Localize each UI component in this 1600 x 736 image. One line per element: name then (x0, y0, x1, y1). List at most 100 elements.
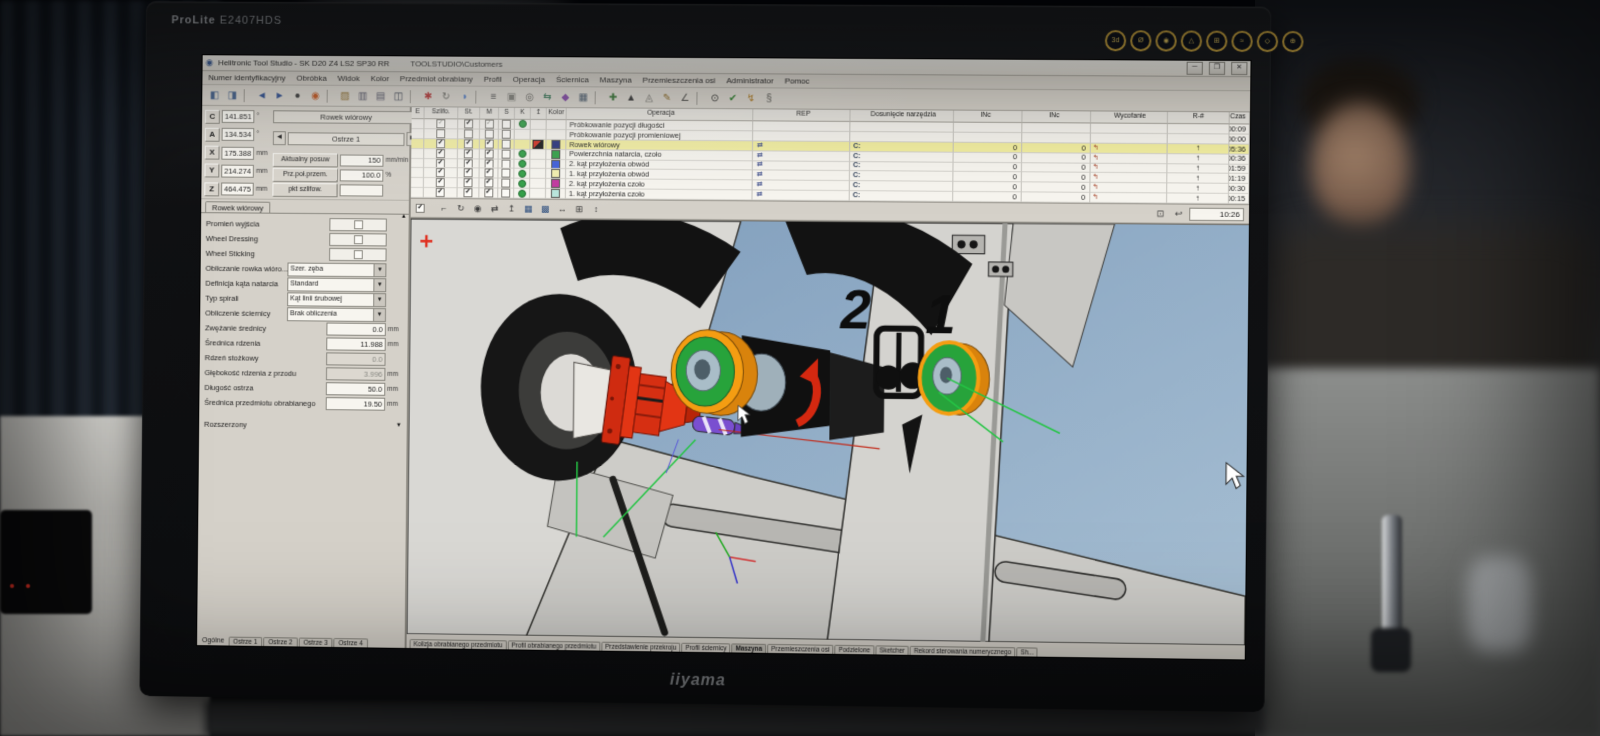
checkbox-st[interactable] (464, 179, 473, 188)
pan-icon[interactable]: ↔ (555, 202, 570, 215)
simulate-icon[interactable]: ◑ (455, 89, 472, 104)
toolbar-icon[interactable] (244, 89, 251, 102)
axis-button[interactable]: C (205, 109, 220, 123)
align-icon[interactable]: ◬ (640, 90, 657, 105)
checkbox-m[interactable] (484, 189, 493, 198)
swap-view-icon[interactable]: ⇄ (487, 202, 502, 215)
tab-profil-sciernicy[interactable]: Profil ściernicy (681, 643, 730, 653)
grid-icon[interactable]: ▦ (575, 90, 592, 105)
checkbox-m[interactable] (484, 179, 493, 188)
prev-edge-button[interactable]: ◀ (273, 131, 286, 145)
parameter-checkbox[interactable] (329, 248, 387, 261)
expander-label[interactable]: Rozszerzony (204, 419, 247, 428)
folder-icon[interactable]: ▨ (337, 88, 354, 103)
zoom-icon[interactable]: ↕ (589, 203, 604, 216)
rotate-view-icon[interactable]: ↻ (453, 202, 468, 215)
tab-rekord-nc[interactable]: Rekord sterowania numerycznego (910, 646, 1016, 656)
raise-icon[interactable]: ↥ (504, 202, 519, 215)
angle-icon[interactable]: ∠ (676, 90, 693, 105)
checkbox-st[interactable] (464, 139, 473, 148)
parameter-checkbox[interactable] (329, 218, 387, 231)
tab-ostrze-4[interactable]: Ostrze 4 (334, 638, 368, 647)
color-swatch[interactable] (551, 140, 560, 149)
parameter-field[interactable]: 0.0 (326, 323, 386, 336)
tab-podzielone[interactable]: Podzielone (835, 645, 875, 655)
print-icon[interactable]: ▤ (372, 89, 389, 104)
checkbox-st[interactable] (464, 149, 473, 158)
chevron-down-icon[interactable]: ▼ (373, 294, 385, 306)
settings-icon[interactable]: § (760, 91, 777, 106)
feed-value[interactable]: 150 (340, 154, 384, 166)
checkbox-m[interactable] (484, 120, 493, 129)
parameter-select[interactable]: Szer. zęba ▼ (287, 262, 386, 277)
chevron-down-icon[interactable]: ▼ (373, 309, 385, 321)
edit-icon[interactable]: ✎ (658, 90, 675, 105)
checkbox-szlifowanie[interactable] (436, 159, 445, 168)
up-icon[interactable]: ▲ (623, 90, 640, 105)
color-swatch[interactable] (551, 189, 560, 198)
menu-item[interactable]: Operacja (513, 75, 545, 84)
tab-ostrze-2[interactable]: Ostrze 2 (263, 637, 297, 646)
menu-item[interactable]: Przemieszczenia osi (643, 76, 716, 85)
tab-sketcher[interactable]: Sketcher (875, 645, 908, 654)
measure-icon[interactable]: ◆ (557, 90, 574, 105)
chevron-down-icon[interactable]: ▼ (373, 264, 385, 276)
panel-tab[interactable]: Rowek wiórowy (205, 201, 270, 212)
menu-item[interactable]: Pomoc (785, 76, 810, 85)
render-icon[interactable]: ⊡ (1153, 207, 1168, 220)
tab-sh[interactable]: Sh... (1016, 647, 1037, 656)
checkbox-st[interactable] (464, 169, 473, 178)
library-icon[interactable]: ▥ (354, 88, 371, 103)
nav-back-icon[interactable]: ◄ (254, 88, 271, 103)
list-icon[interactable]: ≡ (485, 89, 502, 104)
panel-left-icon[interactable]: ◧ (206, 88, 223, 103)
axis-button[interactable]: X (205, 146, 220, 160)
refresh-icon[interactable]: ↻ (438, 89, 455, 104)
tab-ostrze-3[interactable]: Ostrze 3 (298, 638, 332, 647)
toolbar-icon[interactable] (595, 91, 602, 104)
feed-button[interactable]: Aktualny posuw (273, 153, 338, 167)
nav-forward-icon[interactable]: ► (271, 88, 288, 103)
checkbox-m[interactable] (484, 159, 493, 168)
machine-3d-viewport[interactable]: 2 1 (407, 218, 1249, 646)
tab-przemieszczenia[interactable]: Przemieszczenia osi (767, 644, 833, 654)
parameter-checkbox[interactable] (329, 233, 387, 246)
color-swatch[interactable] (551, 159, 560, 168)
feed-value[interactable]: 100.0 (340, 169, 384, 181)
menu-item[interactable]: Maszyna (600, 75, 632, 84)
save-icon[interactable]: ◫ (390, 89, 407, 104)
tab-przekroj[interactable]: Przedstawienie przekroju (601, 642, 680, 652)
tab-maszyna[interactable]: Maszyna (732, 643, 767, 652)
record-icon[interactable]: ● (289, 88, 306, 103)
checkbox-szlifowanie[interactable] (436, 178, 445, 187)
chevron-down-icon[interactable]: ▼ (373, 279, 385, 291)
checkbox-st[interactable] (464, 129, 473, 138)
close-button[interactable]: ✕ (1231, 62, 1247, 75)
notes-icon[interactable]: ▣ (503, 89, 520, 104)
panel-right-icon[interactable]: ◨ (224, 88, 241, 103)
checkbox-s[interactable] (501, 179, 510, 188)
transfer-icon[interactable]: ⇆ (539, 90, 556, 105)
axis-button[interactable]: A (205, 127, 220, 141)
axis-button[interactable]: Y (204, 164, 219, 178)
minimize-button[interactable]: ─ (1187, 62, 1203, 75)
corner-icon[interactable]: ⌐ (436, 201, 451, 214)
checkbox-szlifowanie[interactable] (436, 188, 445, 197)
menu-item[interactable]: Widok (338, 74, 360, 83)
color-swatch[interactable] (551, 169, 560, 178)
parameter-select[interactable]: Kąt linii śrubowej ▼ (287, 292, 386, 307)
checkbox-s[interactable] (502, 149, 511, 158)
menu-item[interactable]: Przedmiot obrabiany (400, 74, 473, 83)
flash-icon[interactable]: ↯ (742, 91, 759, 106)
checkbox-szlifowanie[interactable] (436, 129, 445, 138)
tab-profil-przedmiotu[interactable]: Profil obrabianego przedmiotu (507, 640, 600, 650)
camera-icon[interactable]: ⊙ (706, 91, 723, 106)
checkbox-m[interactable] (484, 149, 493, 158)
dress-tool-icon[interactable]: ✱ (420, 89, 437, 104)
edge-selector[interactable]: Ostrze 1 (288, 132, 404, 146)
parameter-field[interactable]: 3.996 (326, 367, 386, 381)
feed-value[interactable] (340, 184, 384, 196)
checkbox-szlifowanie[interactable] (436, 149, 445, 158)
tab-ostrze-1[interactable]: Ostrze 1 (228, 637, 262, 646)
menu-item[interactable]: Administrator (726, 76, 773, 85)
